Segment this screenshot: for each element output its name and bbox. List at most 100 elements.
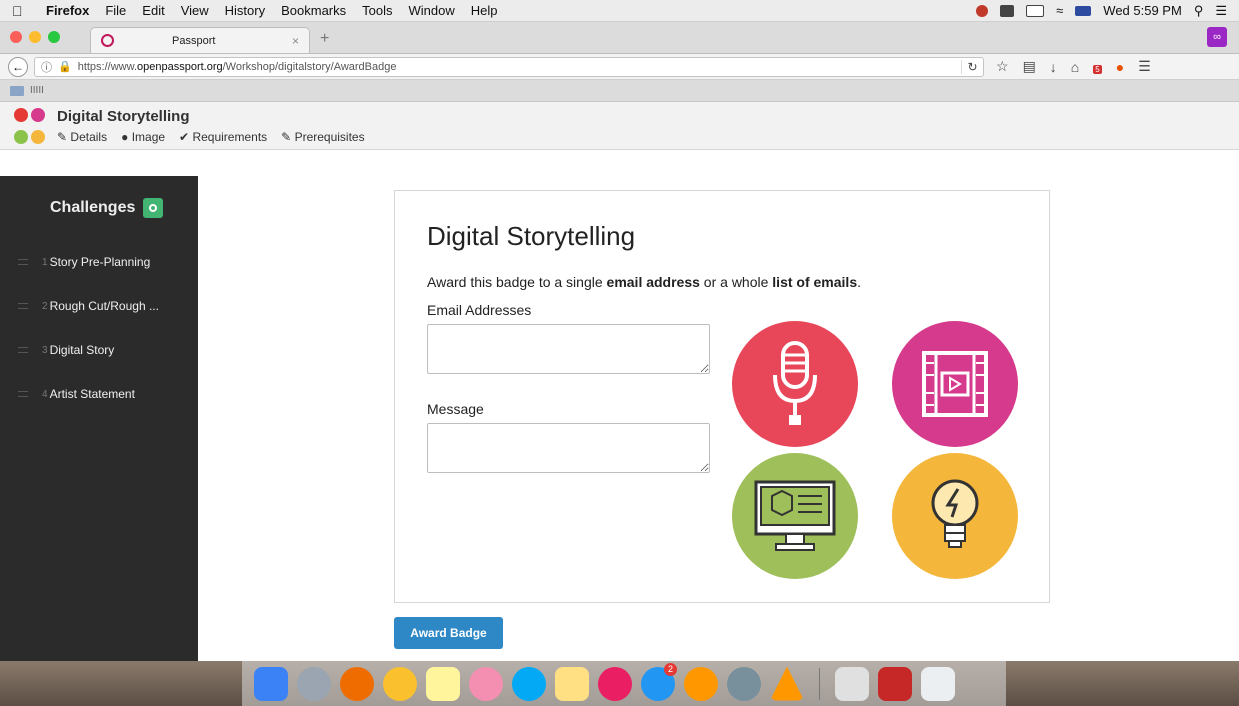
sidebar-item-label: Digital Story (49, 343, 115, 357)
app-header: Digital Storytelling ✎ Details ● Image ✔… (0, 102, 1239, 150)
addon-icon[interactable]: ● (1116, 59, 1124, 75)
sidebar-item-label: Rough Cut/Rough ... (49, 299, 159, 313)
chrome-icon[interactable] (383, 666, 417, 701)
notes-icon[interactable] (426, 666, 460, 701)
skype-icon[interactable] (512, 666, 546, 701)
tab-details[interactable]: ✎ Details (57, 130, 107, 144)
drag-handle-icon[interactable] (18, 259, 28, 265)
menu-help[interactable]: Help (471, 3, 498, 18)
dock: 2 (242, 661, 1006, 706)
firefox-icon[interactable] (340, 666, 374, 701)
menu-file[interactable]: File (105, 3, 126, 18)
sidebar-item-challenge-4[interactable]: 4 Artist Statement (0, 372, 198, 416)
tab-title: Passport (172, 34, 216, 47)
vlc-icon[interactable] (770, 666, 804, 701)
browser-tab[interactable]: Passport × (90, 27, 310, 53)
add-challenge-button[interactable] (143, 198, 164, 218)
monitor-icon (732, 453, 858, 579)
acrobat-icon[interactable] (878, 666, 912, 701)
tab-image[interactable]: ● Image (121, 130, 165, 144)
app-store-icon[interactable]: 2 (641, 662, 677, 701)
new-tab-icon[interactable]: + (320, 30, 329, 48)
download-icon[interactable]: ↓ (1050, 59, 1057, 75)
content-area: Digital Storytelling Award this badge to… (198, 176, 1239, 661)
menu-bookmarks[interactable]: Bookmarks (281, 3, 346, 18)
reading-list-icon[interactable]: ▤ (1023, 58, 1036, 75)
tab-requirements[interactable]: ✔ Requirements (179, 130, 267, 144)
lock-icon[interactable]: 🔒 (58, 60, 72, 73)
menu-history[interactable]: History (225, 3, 265, 18)
close-window-button[interactable] (10, 31, 22, 43)
stickies-icon[interactable] (555, 666, 589, 701)
ibooks-icon[interactable] (684, 666, 718, 701)
menu-bar:  Firefox File Edit View History Bookmar… (0, 0, 1239, 22)
system-preferences-icon[interactable] (727, 666, 761, 701)
photos-icon[interactable] (469, 666, 503, 701)
sidebar-item-challenge-2[interactable]: 2 Rough Cut/Rough ... (0, 284, 198, 328)
apple-icon[interactable]:  (12, 4, 26, 18)
back-icon[interactable]: ← (8, 56, 28, 77)
passport-favicon-icon (101, 34, 114, 47)
award-badge-button[interactable]: Award Badge (394, 617, 503, 649)
sidebar-item-challenge-3[interactable]: 3 Digital Story (0, 328, 198, 372)
finder-icon[interactable] (254, 666, 288, 701)
card-description: Award this badge to a single email addre… (427, 274, 861, 290)
drag-handle-icon[interactable] (18, 347, 28, 353)
film-icon (892, 321, 1018, 447)
window-controls (10, 31, 60, 43)
email-label: Email Addresses (427, 302, 532, 318)
hamburger-menu-icon[interactable]: ☰ (1138, 58, 1151, 75)
notification-center-icon[interactable]: ☰ (1215, 3, 1227, 19)
url-prefix: https://www. (77, 60, 137, 73)
menu-window[interactable]: Window (409, 3, 455, 18)
home-icon[interactable]: ⌂ (1071, 59, 1079, 75)
close-tab-icon[interactable]: × (292, 34, 299, 48)
itunes-icon[interactable] (598, 666, 632, 701)
spotlight-icon[interactable]: ⚲ (1194, 3, 1204, 19)
url-bar[interactable]: ⓘ 🔒 https://www. openpassport.org/Worksho… (34, 56, 984, 77)
tab-prerequisites[interactable]: ✎ Prerequisites (281, 130, 364, 144)
private-mask-icon[interactable]: ∞ (1207, 27, 1227, 47)
drag-handle-icon[interactable] (18, 303, 28, 309)
badge-dot-icon[interactable] (31, 108, 45, 122)
flag-icon[interactable] (1075, 5, 1092, 16)
microphone-icon (732, 321, 858, 447)
badge-images (732, 321, 1032, 579)
menu-view[interactable]: View (181, 3, 209, 18)
circle-icon: ● (121, 130, 129, 144)
extension-icon[interactable] (1000, 4, 1015, 17)
sidebar-item-challenge-1[interactable]: 1 Story Pre-Planning (0, 240, 198, 284)
chat-dot-icon[interactable] (14, 130, 28, 144)
trash-icon[interactable] (921, 666, 955, 701)
alert-dot-icon[interactable] (14, 108, 28, 122)
extension-badge-icon[interactable]: 5 (1093, 59, 1102, 75)
header-nav: ✎ Details ● Image ✔ Requirements ✎ Prere… (57, 130, 365, 144)
record-icon[interactable] (976, 4, 989, 17)
app-store-badge: 2 (664, 662, 677, 676)
minimize-window-button[interactable] (29, 31, 41, 43)
zoom-window-button[interactable] (48, 31, 60, 43)
page-title: Digital Storytelling (57, 108, 190, 125)
documents-folder-icon[interactable] (835, 666, 869, 701)
pencil-icon: ✎ (57, 130, 68, 144)
info-icon[interactable]: ⓘ (41, 59, 52, 75)
card-title: Digital Storytelling (427, 221, 636, 251)
menu-tools[interactable]: Tools (362, 3, 392, 18)
email-addresses-field[interactable] (427, 324, 710, 374)
bulb-dot-icon[interactable] (31, 130, 45, 144)
launchpad-icon[interactable] (297, 666, 331, 701)
battery-icon[interactable] (1026, 4, 1045, 17)
bookmark-label[interactable]: IIIII (30, 85, 44, 96)
menu-app[interactable]: Firefox (46, 3, 89, 18)
challenges-sidebar: Challenges 1 Story Pre-Planning 2 Rough … (0, 176, 198, 661)
wifi-icon[interactable]: ≈ (1056, 3, 1063, 18)
message-field[interactable] (427, 423, 710, 473)
pencil-icon: ✎ (281, 130, 292, 144)
clock[interactable]: Wed 5:59 PM (1103, 3, 1182, 18)
drag-handle-icon[interactable] (18, 391, 28, 397)
reload-icon[interactable]: ↻ (961, 59, 983, 74)
folder-icon[interactable] (10, 85, 24, 96)
star-bookmark-icon[interactable]: ☆ (996, 58, 1009, 75)
menu-edit[interactable]: Edit (142, 3, 164, 18)
lightbulb-icon (892, 453, 1018, 579)
